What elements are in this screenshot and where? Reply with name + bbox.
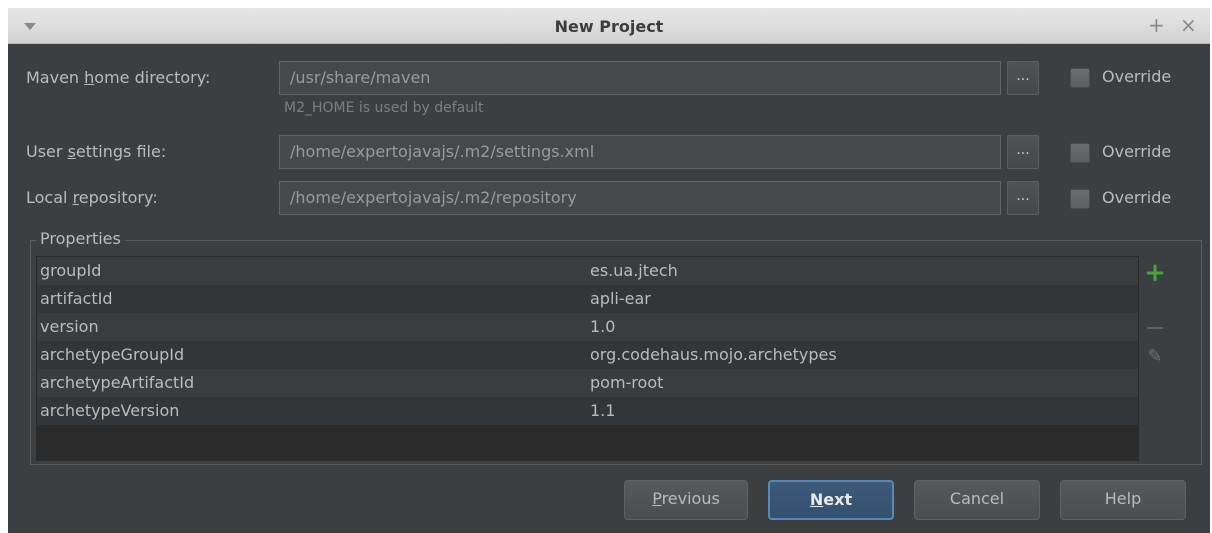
override-label: Override (1102, 142, 1172, 161)
table-row[interactable]: artifactId apli-ear (37, 285, 1138, 313)
property-value[interactable]: apli-ear (590, 285, 651, 313)
property-key: groupId (40, 261, 102, 280)
local-repository-label: Local repository: (26, 188, 158, 207)
window-title: New Project (554, 17, 664, 36)
property-key: archetypeVersion (40, 401, 180, 420)
user-settings-label: User settings file: (26, 142, 167, 161)
add-icon[interactable]: + (1139, 258, 1171, 288)
property-key: version (40, 317, 99, 336)
property-key: archetypeArtifactId (40, 373, 195, 392)
edit-icon[interactable]: ✎ (1139, 346, 1171, 367)
cancel-button[interactable]: Cancel (914, 480, 1040, 520)
maven-home-hint: M2_HOME is used by default (284, 100, 484, 116)
override-label: Override (1102, 188, 1172, 207)
property-value[interactable]: org.codehaus.mojo.archetypes (590, 341, 837, 369)
property-value[interactable]: 1.1 (590, 397, 615, 425)
table-row[interactable]: archetypeArtifactId pom-root (37, 369, 1138, 397)
properties-table[interactable]: groupId es.ua.jtech artifactId apli-ear ve… (36, 256, 1139, 461)
property-value[interactable]: es.ua.jtech (590, 257, 678, 285)
table-row[interactable]: archetypeVersion 1.1 (37, 397, 1138, 425)
close-icon[interactable]: × (1180, 14, 1197, 36)
properties-toolbar: + ✎ (1139, 256, 1171, 461)
table-row[interactable]: version 1.0 (37, 313, 1138, 341)
property-key: archetypeGroupId (40, 345, 185, 364)
maven-home-override-checkbox[interactable] (1070, 68, 1090, 88)
properties-title: Properties (36, 229, 125, 248)
override-label: Override (1102, 67, 1172, 86)
pin-icon[interactable]: + (1148, 14, 1165, 36)
user-settings-browse-button[interactable]: ... (1007, 135, 1039, 169)
local-repository-override-checkbox[interactable] (1070, 189, 1090, 209)
help-button[interactable]: Help (1060, 480, 1186, 520)
property-key: artifactId (40, 289, 113, 308)
previous-button[interactable]: Previous (624, 480, 748, 520)
property-value[interactable]: 1.0 (590, 313, 615, 341)
user-settings-field[interactable]: /home/expertojavajs/.m2/settings.xml (279, 135, 1001, 169)
next-button[interactable]: Next (768, 480, 894, 520)
user-settings-override-checkbox[interactable] (1070, 143, 1090, 163)
maven-home-label: Maven home directory: (26, 68, 211, 87)
maven-home-browse-button[interactable]: ... (1007, 61, 1039, 95)
remove-icon[interactable] (1139, 314, 1171, 333)
table-row[interactable]: archetypeGroupId org.codehaus.mojo.archet… (37, 341, 1138, 369)
title-bar: New Project + × (8, 8, 1210, 44)
local-repository-field[interactable]: /home/expertojavajs/.m2/repository (279, 181, 1001, 215)
property-value[interactable]: pom-root (590, 369, 663, 397)
maven-home-field[interactable]: /usr/share/maven (279, 61, 1001, 95)
table-row[interactable]: groupId es.ua.jtech (37, 257, 1138, 285)
new-project-dialog: New Project + × Maven home directory: /u… (8, 8, 1210, 533)
local-repository-browse-button[interactable]: ... (1007, 181, 1039, 215)
